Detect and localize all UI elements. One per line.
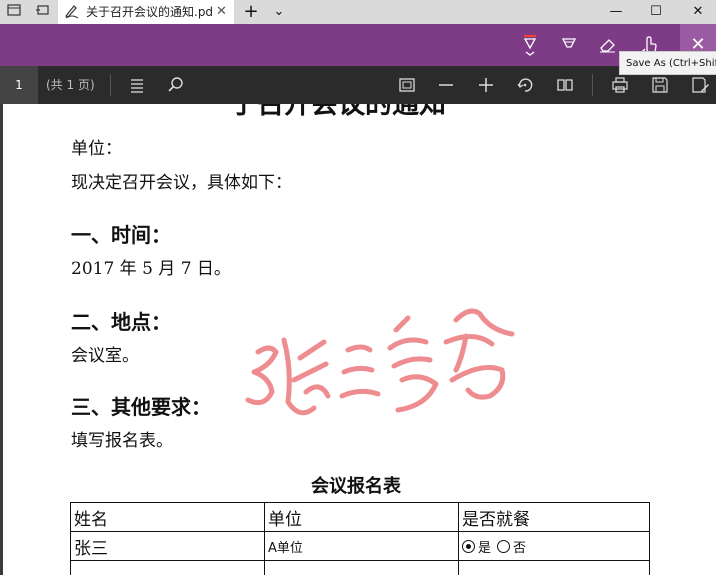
save-as-icon[interactable] — [690, 75, 710, 95]
page-view-icon[interactable] — [555, 75, 575, 95]
intro-line: 现决定召开会议，具体如下： — [71, 173, 292, 193]
cell-name[interactable]: 张三 — [70, 531, 265, 561]
document-page: 于召开会议的通知 单位： 现决定召开会议，具体如下： 一、时间： 2017 年 … — [0, 104, 716, 575]
section-time-body: 2017 年 5 月 7 日。 — [71, 259, 231, 279]
zoom-out-icon[interactable] — [436, 75, 456, 95]
zoom-in-icon[interactable] — [476, 75, 496, 95]
eraser-icon[interactable] — [595, 32, 621, 58]
page-number-box[interactable]: 1 — [0, 66, 38, 104]
header-name: 姓名 — [70, 502, 265, 532]
section-time-heading: 一、时间： — [71, 223, 171, 247]
document-title: 于召开会议的通知 — [230, 104, 446, 120]
section-place-heading: 二、地点： — [71, 310, 171, 334]
set-tabs-aside-icon[interactable] — [32, 3, 52, 21]
save-as-tooltip: Save As (Ctrl+Shift+S) — [619, 51, 716, 75]
section-place-body: 会议室。 — [71, 346, 139, 366]
page-count: (共 1 页) — [46, 78, 95, 92]
registration-table: 姓名 单位 是否就餐 张三 A单位 是否 — [70, 502, 650, 575]
section-other-heading: 三、其他要求： — [71, 395, 211, 419]
unit-line: 单位： — [71, 139, 122, 159]
handwritten-ink-signature — [245, 308, 515, 416]
title-bar: 关于召开会议的通知.pd ✕ + ⌄ — ☐ ✕ — [0, 0, 716, 24]
new-tab-button[interactable]: + — [234, 0, 268, 24]
highlighter-icon[interactable] — [556, 32, 582, 58]
search-icon[interactable] — [166, 75, 186, 95]
tab-preview-icon[interactable] — [4, 3, 24, 21]
active-tab[interactable]: 关于召开会议的通知.pd ✕ — [58, 0, 234, 24]
save-icon[interactable] — [650, 75, 670, 95]
maximize-button[interactable]: ☐ — [638, 0, 674, 24]
meal-yes-label: 是 — [478, 541, 492, 556]
ballpoint-pen-icon[interactable] — [517, 32, 543, 58]
cell-meal: 是否 — [458, 531, 650, 561]
table-header-row: 姓名 单位 是否就餐 — [70, 502, 650, 532]
meal-yes-radio[interactable] — [462, 540, 475, 553]
minimize-button[interactable]: — — [598, 0, 634, 24]
rotate-icon[interactable] — [515, 75, 535, 95]
header-meal: 是否就餐 — [458, 502, 650, 532]
cell-unit[interactable] — [264, 560, 459, 575]
header-unit: 单位 — [264, 502, 459, 532]
page-edge — [0, 104, 3, 575]
ink-toolbar: ✕ — [0, 24, 716, 66]
section-other-body: 填写报名表。 — [71, 431, 173, 451]
ink-document-icon — [62, 3, 82, 21]
cell-unit[interactable]: A单位 — [264, 531, 459, 561]
contents-icon[interactable] — [127, 75, 147, 95]
table-row: 张三 A单位 是否 — [70, 531, 650, 561]
tab-close-button[interactable]: ✕ — [216, 0, 227, 24]
tab-title: 关于召开会议的通知.pd — [86, 5, 214, 19]
toolbar-divider — [592, 74, 593, 96]
meal-no-label: 否 — [513, 541, 527, 556]
table-row — [70, 560, 650, 575]
form-title: 会议报名表 — [311, 476, 401, 497]
toolbar-divider — [110, 74, 111, 96]
close-window-button[interactable]: ✕ — [680, 0, 716, 24]
tab-list-button[interactable]: ⌄ — [264, 0, 294, 24]
cell-meal[interactable] — [458, 560, 650, 575]
fit-page-icon[interactable] — [397, 75, 417, 95]
print-icon[interactable] — [610, 75, 630, 95]
reader-toolbar: 1 (共 1 页) — [0, 66, 716, 104]
cell-name[interactable] — [70, 560, 265, 575]
meal-no-radio[interactable] — [497, 540, 511, 553]
